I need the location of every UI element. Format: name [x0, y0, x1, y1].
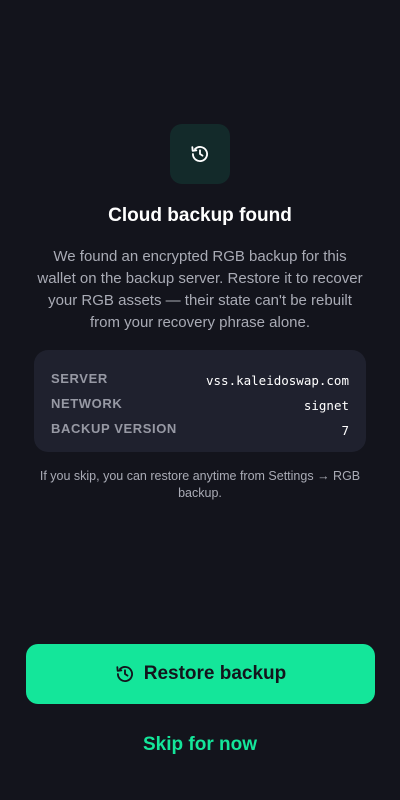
info-label: BACKUP VERSION	[51, 421, 177, 436]
page-title: Cloud backup found	[108, 205, 292, 226]
description-text: We found an encrypted RGB backup for thi…	[37, 248, 363, 331]
info-value: 7	[341, 423, 349, 438]
backup-info-card: SERVER vss.kaleidoswap.com NETWORK signe…	[34, 350, 366, 452]
restore-history-icon	[191, 146, 208, 163]
skip-hint-text: If you skip, you can restore anytime fro…	[39, 469, 361, 500]
info-row-server: SERVER vss.kaleidoswap.com	[51, 366, 349, 391]
restore-history-icon	[115, 664, 135, 684]
restore-backup-label: Restore backup	[143, 663, 287, 684]
info-label: NETWORK	[51, 396, 123, 411]
info-row-network: NETWORK signet	[51, 391, 349, 416]
info-row-backup-version: BACKUP VERSION 7	[51, 416, 349, 441]
restore-backup-button[interactable]: Restore backup	[26, 644, 375, 704]
info-value: vss.kaleidoswap.com	[206, 373, 349, 388]
backup-icon-tile	[170, 124, 230, 184]
info-label: SERVER	[51, 371, 108, 386]
info-value: signet	[303, 398, 349, 413]
skip-for-now-button[interactable]: Skip for now	[0, 732, 400, 758]
